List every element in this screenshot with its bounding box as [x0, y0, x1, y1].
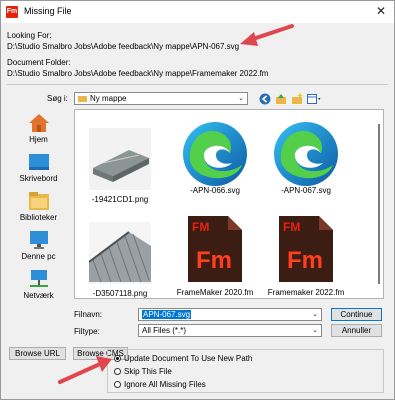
continue-button[interactable]: Continue [331, 308, 382, 321]
network-icon [28, 269, 50, 289]
missing-file-options: Update Document To Use New Path Skip Thi… [107, 349, 384, 393]
folder-icon [78, 96, 87, 102]
places-bar: Hjem Skrivebord Biblioteker Denne pc Net… [7, 109, 70, 300]
back-icon[interactable] [259, 93, 271, 105]
edge-file-icon [180, 119, 250, 189]
looking-for-label: Looking For: [7, 31, 52, 40]
look-in-value: Ny mappe [90, 94, 127, 103]
close-icon[interactable]: ✕ [376, 4, 386, 18]
new-folder-icon[interactable] [291, 93, 303, 105]
place-label: Skrivebord [19, 174, 58, 183]
cancel-button[interactable]: Annuller [331, 324, 382, 337]
image-thumbnail-icon [88, 222, 151, 284]
filetype-value: All Files (*.*) [142, 326, 187, 335]
fm-badge: Fm [287, 247, 323, 274]
annotation-arrow-icon [240, 24, 294, 46]
chevron-down-icon: ⌄ [312, 327, 318, 334]
file-name: FrameMaker 2020.fm [176, 288, 254, 297]
option-skip-file[interactable]: Skip This File [114, 367, 172, 376]
fm-badge-small: FM [192, 220, 209, 234]
file-list[interactable]: -19421CD1.png -APN-066.svg -APN-067.svg … [74, 109, 384, 299]
chevron-down-icon: ⌄ [238, 95, 244, 102]
desktop-icon [28, 152, 50, 172]
filetype-dropdown[interactable]: All Files (*.*) ⌄ [138, 324, 322, 337]
framemaker-file-icon: FM Fm [279, 216, 333, 282]
file-item[interactable]: FM Fm Framemaker 2022.fm [263, 216, 349, 297]
place-label: Netværk [23, 291, 54, 300]
file-item[interactable]: -APN-066.svg [172, 119, 258, 195]
framemaker-app-icon: Fm [6, 6, 18, 18]
up-folder-icon[interactable] [275, 93, 287, 105]
document-folder-path: D:\Studio Smalbro Jobs\Adobe feedback\Ny… [7, 69, 269, 78]
place-label: Hjem [29, 135, 48, 144]
view-menu-icon[interactable] [307, 93, 321, 105]
image-thumbnail-icon [89, 128, 151, 190]
look-in-dropdown[interactable]: Ny mappe ⌄ [74, 92, 248, 105]
option-label: Ignore All Missing Files [124, 380, 206, 389]
place-network[interactable]: Netværk [7, 269, 70, 300]
file-name: -D3507118.png [92, 289, 148, 298]
filetype-label: Filtype: [74, 327, 100, 336]
option-update-path[interactable]: Update Document To Use New Path [114, 354, 252, 363]
option-label: Skip This File [124, 367, 172, 376]
annotation-arrow-icon [58, 356, 112, 384]
missing-file-dialog: Fm Missing File ✕ Looking For: D:\Studio… [0, 0, 395, 400]
file-name: -19421CD1.png [91, 195, 149, 204]
file-name: Framemaker 2022.fm [267, 288, 345, 297]
option-label: Update Document To Use New Path [124, 354, 253, 363]
filename-label: Filnavn: [74, 310, 103, 319]
framemaker-file-icon: FM Fm [188, 216, 242, 282]
computer-icon [28, 230, 50, 250]
file-item[interactable]: -19421CD1.png [77, 128, 163, 204]
place-label: Biblioteker [19, 213, 58, 222]
chevron-down-icon: ⌄ [312, 311, 318, 318]
looking-for-path: D:\Studio Smalbro Jobs\Adobe feedback\Ny… [7, 42, 240, 51]
libraries-icon [28, 191, 50, 211]
document-folder-label: Document Folder: [7, 58, 71, 67]
vertical-scrollbar[interactable] [378, 124, 380, 284]
divider [7, 84, 388, 85]
option-ignore-all[interactable]: Ignore All Missing Files [114, 380, 206, 389]
file-item[interactable]: FM Fm FrameMaker 2020.fm [172, 216, 258, 297]
filename-input[interactable]: APN-067.svg ⌄ [138, 308, 322, 321]
file-item[interactable]: -D3507118.png [77, 222, 163, 298]
place-libraries[interactable]: Biblioteker [7, 191, 70, 222]
place-this-pc[interactable]: Denne pc [7, 230, 70, 261]
fm-badge-small: FM [283, 220, 300, 234]
filename-value: APN-067.svg [142, 310, 192, 319]
dialog-title: Missing File [24, 6, 72, 16]
home-icon [28, 113, 50, 133]
place-desktop[interactable]: Skrivebord [7, 152, 70, 183]
place-home[interactable]: Hjem [7, 113, 70, 144]
title-bar: Fm Missing File ✕ [1, 1, 394, 23]
fm-badge: Fm [196, 247, 232, 274]
file-item[interactable]: -APN-067.svg [263, 119, 349, 195]
place-label: Denne pc [21, 252, 56, 261]
edge-file-icon [271, 119, 341, 189]
look-in-label: Søg i: [47, 94, 68, 103]
